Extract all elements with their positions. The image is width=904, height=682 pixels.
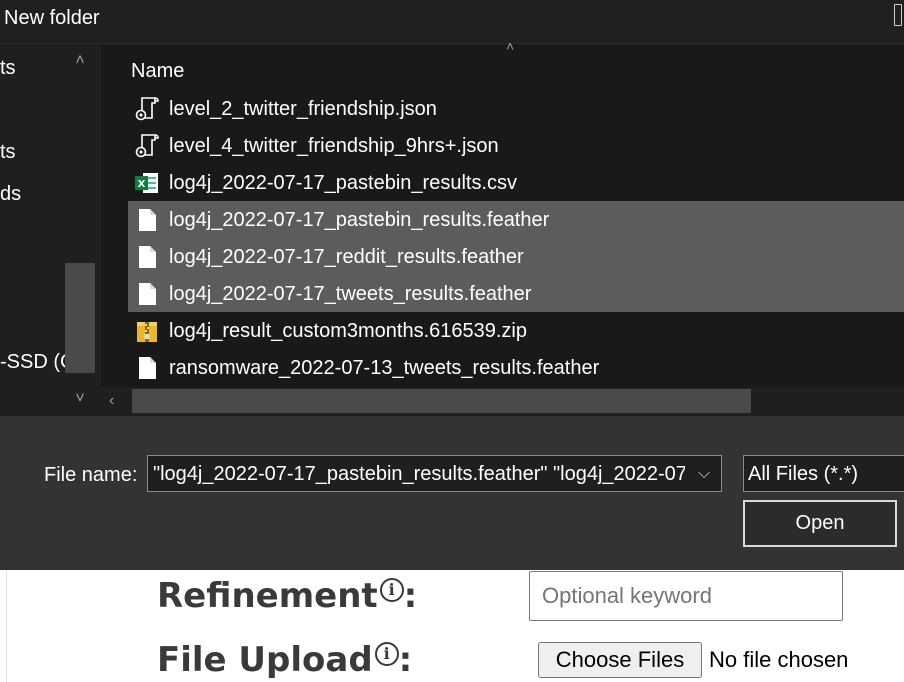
file-name: log4j_2022-07-17_pastebin_results.csv (169, 172, 518, 194)
nav-item-3[interactable]: ds (0, 182, 65, 206)
keyword-placeholder: Optional keyword (542, 583, 712, 608)
horizontal-scrollbar[interactable]: ‹ (101, 387, 904, 415)
toolbar-overflow-button[interactable] (894, 4, 902, 26)
file-type-value: All Files (*.*) (748, 463, 859, 485)
keyword-input[interactable]: Optional keyword (529, 571, 843, 621)
scroll-down-arrow-icon[interactable]: ˅ (65, 389, 95, 409)
file-row-selected[interactable]: log4j_2022-07-17_pastebin_results.feathe… (128, 201, 904, 238)
svg-text:X: X (138, 179, 146, 190)
nav-scrollbar-thumb[interactable] (65, 263, 95, 373)
excel-csv-icon: X (135, 173, 158, 193)
file-row[interactable]: ransomware_2022-07-13_tweets_results.fea… (128, 349, 904, 386)
file-upload-label-text: File Upload (157, 640, 373, 680)
label-colon: : (403, 576, 418, 616)
file-name: ransomware_2022-07-13_tweets_results.fea… (169, 357, 600, 379)
info-icon[interactable]: i (379, 577, 404, 602)
nav-item-local-disk[interactable]: -SSD (C (0, 350, 65, 374)
dialog-toolbar: New folder (0, 0, 904, 44)
file-name: log4j_2022-07-17_pastebin_results.feathe… (169, 209, 550, 231)
file-row-selected[interactable]: log4j_2022-07-17_tweets_results.feather (128, 275, 904, 312)
json-file-icon (135, 97, 159, 121)
horizontal-scrollbar-thumb[interactable] (132, 389, 751, 413)
file-name-input[interactable]: "log4j_2022-07-17_pastebin_results.feath… (153, 461, 685, 487)
blank-file-icon (139, 283, 156, 305)
file-name-combobox[interactable]: "log4j_2022-07-17_pastebin_results.feath… (147, 455, 722, 492)
nav-item-1[interactable]: ts (0, 56, 65, 80)
file-name: level_4_twitter_friendship_9hrs+.json (169, 135, 499, 157)
choose-files-button[interactable]: Choose Files (538, 642, 702, 678)
file-row[interactable]: level_4_twitter_friendship_9hrs+.json (128, 127, 904, 164)
column-header-name[interactable]: Name (131, 58, 184, 84)
label-colon: : (398, 640, 413, 680)
file-row-selected[interactable]: log4j_2022-07-17_reddit_results.feather (128, 238, 904, 275)
file-row[interactable]: X log4j_2022-07-17_pastebin_results.csv (128, 164, 904, 201)
file-upload-label: File Upload i: (157, 640, 412, 680)
nav-scrollbar[interactable]: ˄ ˅ (65, 45, 95, 415)
json-file-icon (135, 134, 159, 158)
file-open-dialog: New folder ts ts ds -SSD (C ˄ ˅ ˄ Name l… (0, 0, 904, 570)
blank-file-icon (139, 357, 156, 379)
file-name: log4j_result_custom3months.616539.zip (169, 320, 527, 342)
file-row[interactable]: log4j_result_custom3months.616539.zip (128, 312, 904, 349)
no-file-chosen-text: No file chosen (709, 647, 849, 672)
file-name: log4j_2022-07-17_reddit_results.feather (169, 246, 524, 268)
file-name: level_2_twitter_friendship.json (169, 98, 437, 120)
refinement-label: Refinement i: (157, 576, 417, 616)
page-border (6, 570, 7, 682)
blank-file-icon (139, 246, 156, 268)
file-row[interactable]: level_2_twitter_friendship.json (128, 90, 904, 127)
new-folder-button[interactable]: New folder (4, 5, 100, 31)
info-icon[interactable]: i (374, 641, 399, 666)
file-name-label: File name: (44, 464, 138, 486)
sort-ascending-icon: ˄ (506, 38, 515, 54)
file-name: log4j_2022-07-17_tweets_results.feather (169, 283, 532, 305)
scroll-left-arrow-icon[interactable]: ‹ (109, 391, 114, 411)
refinement-label-text: Refinement (157, 576, 378, 616)
open-button[interactable]: Open (743, 500, 897, 547)
file-type-select[interactable]: All Files (*.*) (743, 455, 904, 492)
nav-item-2[interactable]: ts (0, 140, 65, 164)
blank-file-icon (139, 209, 156, 231)
zip-folder-icon (137, 322, 157, 342)
chevron-down-icon[interactable]: ⌵ (698, 461, 710, 487)
scroll-up-arrow-icon[interactable]: ˄ (65, 51, 95, 71)
